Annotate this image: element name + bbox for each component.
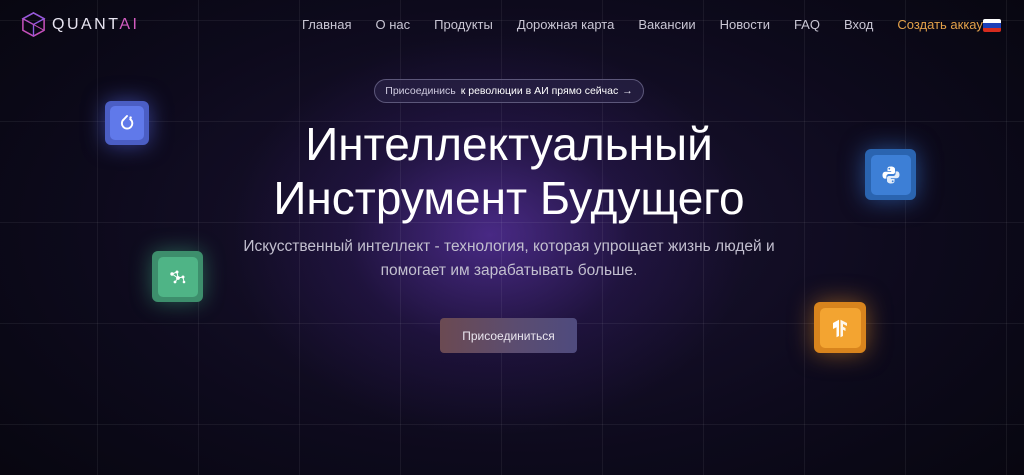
join-button[interactable]: Присоединиться — [440, 318, 577, 353]
network-tile — [152, 251, 203, 302]
nav-login[interactable]: Вход — [844, 17, 873, 32]
network-graph-icon — [169, 270, 185, 283]
nav-home[interactable]: Главная — [302, 17, 351, 32]
tensorflow-tile — [814, 302, 866, 353]
brand-name: QUANTAI — [52, 15, 140, 33]
pill-prefix: Присоединись — [385, 85, 456, 97]
nav-faq[interactable]: FAQ — [794, 17, 820, 32]
brand-logo[interactable]: QUANTAI — [20, 11, 139, 38]
pytorch-icon — [121, 115, 134, 130]
main-menu: Главная О нас Продукты Дорожная карта Ва… — [302, 17, 996, 32]
cube-logo-icon — [21, 12, 46, 37]
tensorflow-icon — [833, 319, 847, 337]
nav-about[interactable]: О нас — [375, 17, 410, 32]
python-tile — [865, 149, 916, 200]
nav-news[interactable]: Новости — [720, 17, 770, 32]
top-navigation: QUANTAI Главная О нас Продукты Дорожная … — [0, 0, 1024, 50]
python-icon — [882, 166, 899, 183]
nav-careers[interactable]: Вакансии — [638, 17, 695, 32]
announcement-pill[interactable]: Присоединись к революции в АИ прямо сейч… — [374, 79, 644, 103]
pytorch-tile — [105, 101, 149, 145]
pill-text: к революции в АИ прямо сейчас — [460, 85, 619, 97]
nav-products[interactable]: Продукты — [434, 17, 493, 32]
nav-create-account[interactable]: Создать аккаунт — [897, 17, 996, 32]
russian-flag-icon[interactable] — [983, 19, 1001, 32]
nav-roadmap[interactable]: Дорожная карта — [517, 17, 614, 32]
arrow-right-icon: → — [622, 85, 633, 97]
